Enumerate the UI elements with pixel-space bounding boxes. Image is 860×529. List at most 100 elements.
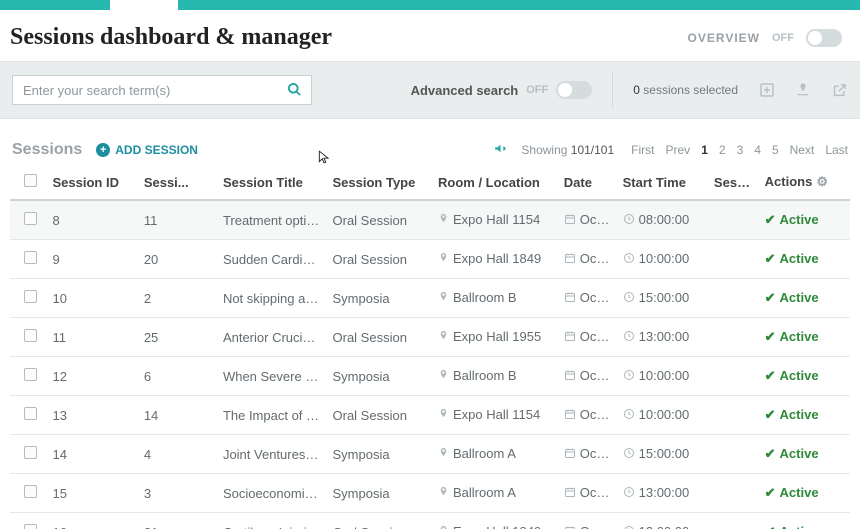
sessions-title: Sessions <box>12 141 82 159</box>
page-first[interactable]: First <box>631 143 654 157</box>
table-row[interactable]: 1125Anterior Cruciat...Oral SessionExpo … <box>10 318 850 357</box>
status-badge: ✔Active <box>765 329 819 344</box>
cell-status: ✔Active <box>759 200 850 240</box>
map-pin-icon <box>438 524 449 529</box>
selection-info: 0 sessions selected <box>633 83 738 97</box>
status-badge: ✔Active <box>765 212 819 227</box>
row-checkbox[interactable] <box>24 251 37 264</box>
cell-session-type: Symposia <box>327 357 433 396</box>
clock-icon <box>623 252 635 267</box>
map-pin-icon <box>438 368 449 384</box>
open-external-icon[interactable] <box>830 81 848 99</box>
cell-status-spacer <box>708 240 759 279</box>
page-4[interactable]: 4 <box>754 143 761 157</box>
cell-session-title: Not skipping a b... <box>217 279 327 318</box>
status-badge: ✔Active <box>765 368 819 383</box>
selection-count: 0 <box>633 83 640 97</box>
gear-icon[interactable]: ⚙ <box>816 174 828 189</box>
select-all-checkbox[interactable] <box>24 174 37 187</box>
table-row[interactable]: 126When Severe Pe...SymposiaBallroom BOc… <box>10 357 850 396</box>
cell-time: 10:00:00 <box>617 240 708 279</box>
plus-circle-icon: + <box>96 143 110 157</box>
col-session-status[interactable]: Sessio <box>708 165 759 200</box>
cell-session-title: When Severe Pe... <box>217 357 327 396</box>
cell-time: 15:00:00 <box>617 435 708 474</box>
page-1[interactable]: 1 <box>701 143 708 157</box>
clock-icon <box>623 369 635 384</box>
col-actions[interactable]: Actions⚙ <box>759 165 850 200</box>
row-checkbox[interactable] <box>24 485 37 498</box>
row-checkbox[interactable] <box>24 329 37 342</box>
page-prev[interactable]: Prev <box>666 143 691 157</box>
col-session-type[interactable]: Session Type <box>327 165 433 200</box>
pin-icon[interactable] <box>794 81 812 99</box>
cell-session-id: 10 <box>47 279 138 318</box>
row-checkbox[interactable] <box>24 290 37 303</box>
page-last[interactable]: Last <box>825 143 848 157</box>
cell-status-spacer <box>708 435 759 474</box>
status-badge: ✔Active <box>765 251 819 266</box>
page-2[interactable]: 2 <box>719 143 726 157</box>
clock-icon <box>623 447 635 462</box>
col-session-id[interactable]: Session ID <box>47 165 138 200</box>
col-session-number[interactable]: Sessi... <box>138 165 217 200</box>
status-badge: ✔Active <box>765 446 819 461</box>
add-session-button[interactable]: + ADD SESSION <box>96 143 198 157</box>
calendar-icon <box>564 525 576 529</box>
cell-session-num: 11 <box>138 200 217 240</box>
page-next[interactable]: Next <box>790 143 815 157</box>
cell-room: Expo Hall 1849 <box>432 240 558 279</box>
cell-status: ✔Active <box>759 357 850 396</box>
export-icon[interactable] <box>758 81 776 99</box>
calendar-icon <box>564 213 576 228</box>
table-row[interactable]: 1314The Impact of Sl...Oral SessionExpo … <box>10 396 850 435</box>
row-checkbox[interactable] <box>24 212 37 225</box>
table-row[interactable]: 144Joint Ventures: ...SymposiaBallroom A… <box>10 435 850 474</box>
cell-time: 15:00:00 <box>617 279 708 318</box>
col-room[interactable]: Room / Location <box>432 165 558 200</box>
clock-icon <box>623 408 635 423</box>
cell-time: 13:00:00 <box>617 474 708 513</box>
clock-icon <box>623 213 635 228</box>
row-checkbox[interactable] <box>24 368 37 381</box>
cell-date: Oct ... <box>558 435 617 474</box>
row-checkbox[interactable] <box>24 524 37 529</box>
table-row[interactable]: 153Socioeconomic I...SymposiaBallroom AO… <box>10 474 850 513</box>
cell-session-num: 20 <box>138 240 217 279</box>
page-3[interactable]: 3 <box>737 143 744 157</box>
cell-session-id: 12 <box>47 357 138 396</box>
clock-icon <box>623 291 635 306</box>
cell-date: Oct ... <box>558 200 617 240</box>
cell-time: 13:00:00 <box>617 318 708 357</box>
table-row[interactable]: 1621Cartilage Injurie...Oral SessionExpo… <box>10 513 850 529</box>
map-pin-icon <box>438 446 449 462</box>
overview-off-label: OFF <box>772 32 794 44</box>
cell-status: ✔Active <box>759 474 850 513</box>
cell-session-title: Treatment optio... <box>217 200 327 240</box>
cell-date: Oct ... <box>558 240 617 279</box>
search-icon[interactable] <box>287 82 302 101</box>
table-row[interactable]: 102Not skipping a b...SymposiaBallroom B… <box>10 279 850 318</box>
cell-session-title: The Impact of Sl... <box>217 396 327 435</box>
col-date[interactable]: Date <box>558 165 617 200</box>
table-row[interactable]: 811Treatment optio...Oral SessionExpo Ha… <box>10 200 850 240</box>
col-start-time[interactable]: Start Time <box>617 165 708 200</box>
row-checkbox[interactable] <box>24 446 37 459</box>
pagination: Showing 101/101 First Prev 1 2 3 4 5 Nex… <box>493 142 848 158</box>
calendar-icon <box>564 447 576 462</box>
row-checkbox[interactable] <box>24 407 37 420</box>
cell-session-title: Sudden Cardiac ... <box>217 240 327 279</box>
cell-room: Expo Hall 1154 <box>432 200 558 240</box>
table-row[interactable]: 920Sudden Cardiac ...Oral SessionExpo Ha… <box>10 240 850 279</box>
cell-session-type: Oral Session <box>327 240 433 279</box>
advanced-search-group: Advanced search OFF <box>411 81 593 99</box>
search-input[interactable] <box>12 75 312 105</box>
advanced-search-toggle[interactable] <box>556 81 592 99</box>
cell-room: Ballroom A <box>432 474 558 513</box>
col-session-title[interactable]: Session Title <box>217 165 327 200</box>
cell-session-id: 16 <box>47 513 138 529</box>
cell-session-type: Oral Session <box>327 318 433 357</box>
page-5[interactable]: 5 <box>772 143 779 157</box>
cell-session-type: Symposia <box>327 474 433 513</box>
overview-toggle[interactable] <box>806 29 842 47</box>
